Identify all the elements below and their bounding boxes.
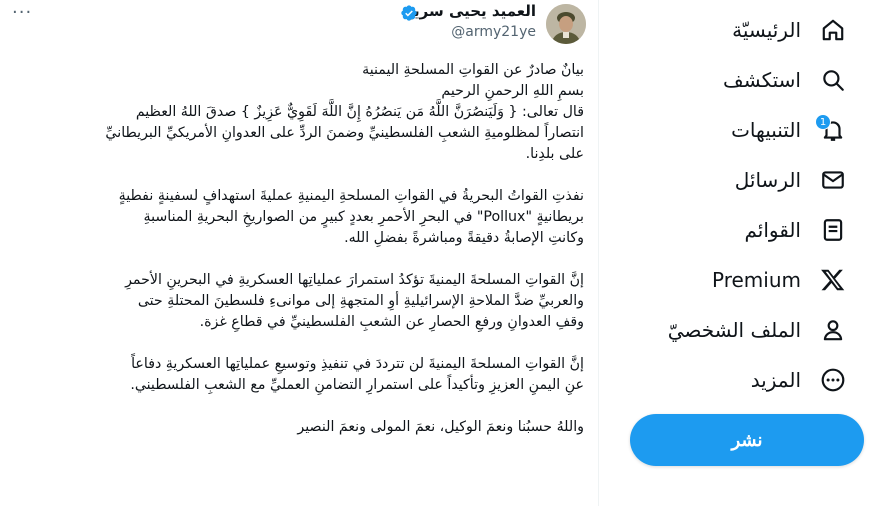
sidebar-item-lists[interactable]: القوائم [730,208,857,252]
list-icon [819,216,847,244]
search-icon [819,66,847,94]
tweet-line: على بلدِنا. [525,146,584,162]
more-options-icon[interactable]: ··· [12,2,32,23]
post-button[interactable]: نشر [630,414,864,466]
tweet-line: نفذتِ القواتُ البحريةُ في القواتِ المسلح… [118,188,584,204]
sidebar-item-premium[interactable]: Premium [698,258,857,302]
sidebar-item-label: استكشف [723,68,801,92]
sidebar-item-label: المزيد [750,368,801,392]
tweet-paragraph: نفذتِ القواتُ البحريةُ في القواتِ المسلح… [24,186,584,249]
mail-icon [819,166,847,194]
tweet-line: عنِ اليمنِ العزيزِ وتأكيداً على استمرارِ… [130,377,584,393]
sidebar-item-explore[interactable]: استكشف [709,58,857,102]
sidebar-item-label: القوائم [744,218,801,242]
x-logo-icon [819,266,847,294]
tweet-line: والعربيِّ ضدَّ الملاحةِ الإسرائيليةِ أوِ… [137,293,584,309]
tweet-line: إنَّ القواتِ المسلحةَ اليمنيةَ تؤكدُ است… [125,272,584,288]
tweet-line: وكانتِ الإصابةُ دقيقةً ومباشرةً بفضلِ ال… [344,230,584,246]
sidebar-item-more[interactable]: المزيد [737,358,857,402]
sidebar-item-messages[interactable]: الرسائل [721,158,857,202]
profile-icon [819,316,847,344]
tweet-paragraph: إنَّ القواتِ المسلحةَ اليمنيةَ تؤكدُ است… [24,270,584,333]
tweet: العميد يحيى سريع @army21ye ··· بيانٌ صاد… [0,0,598,506]
tweet-line: وقفِ العدوانِ ورفعِ الحصارِ عن الشعبِ ال… [199,314,584,330]
tweet-paragraph: واللهُ حسبُنا ونعمَ الوكيل، نعمَ المولى … [24,417,584,438]
author-handle[interactable]: @army21ye [451,24,536,40]
sidebar-item-notifications[interactable]: 1 التنبيهات [717,108,857,152]
tweet-line: انتصاراً لمظلوميةِ الشعبِ الفلسطينيِّ وض… [105,125,584,141]
notification-badge: 1 [815,114,831,130]
sidebar-item-label: التنبيهات [731,118,801,142]
sidebar-item-profile[interactable]: الملف الشخصيّ [654,308,857,352]
bell-icon: 1 [815,114,847,144]
sidebar-item-label: الرئيسيّة [732,18,801,42]
tweet-line: واللهُ حسبُنا ونعمَ الوكيل، نعمَ المولى … [297,419,584,435]
sidebar-item-label: الرسائل [734,168,801,192]
column-divider [598,0,599,506]
tweet-paragraph: إنَّ القواتِ المسلحةَ اليمنيةَ لن تترددَ… [24,354,584,396]
more-circle-icon [819,366,847,394]
verified-badge-icon [400,4,418,22]
sidebar-nav: الرئيسيّة استكشف 1 التنبيهات الرسائل الق… [600,0,871,506]
sidebar-item-label: الملف الشخصيّ [667,318,801,342]
tweet-line: بريطانيةٍ "Pollux" في البحرِ الأحمرِ بعد… [143,209,585,225]
avatar[interactable] [546,4,586,44]
tweet-line: قال تعالى: { وَلَيَنصُرَنَّ اللَّهُ مَن … [135,104,584,120]
tweet-line: إنَّ القواتِ المسلحةَ اليمنيةَ لن تترددَ… [131,356,584,372]
tweet-paragraph: بيانٌ صادرٌ عن القواتِ المسلحةِ اليمنية … [24,60,584,165]
tweet-body: بيانٌ صادرٌ عن القواتِ المسلحةِ اليمنية … [24,60,584,459]
author-name[interactable]: العميد يحيى سريع [404,2,536,20]
sidebar-item-label: Premium [712,268,801,292]
tweet-line: بيانٌ صادرٌ عن القواتِ المسلحةِ اليمنية [362,62,584,78]
sidebar-item-home[interactable]: الرئيسيّة [718,8,857,52]
home-icon [819,16,847,44]
tweet-line: بسمِ اللهِ الرحمنِ الرحيم [441,83,584,99]
